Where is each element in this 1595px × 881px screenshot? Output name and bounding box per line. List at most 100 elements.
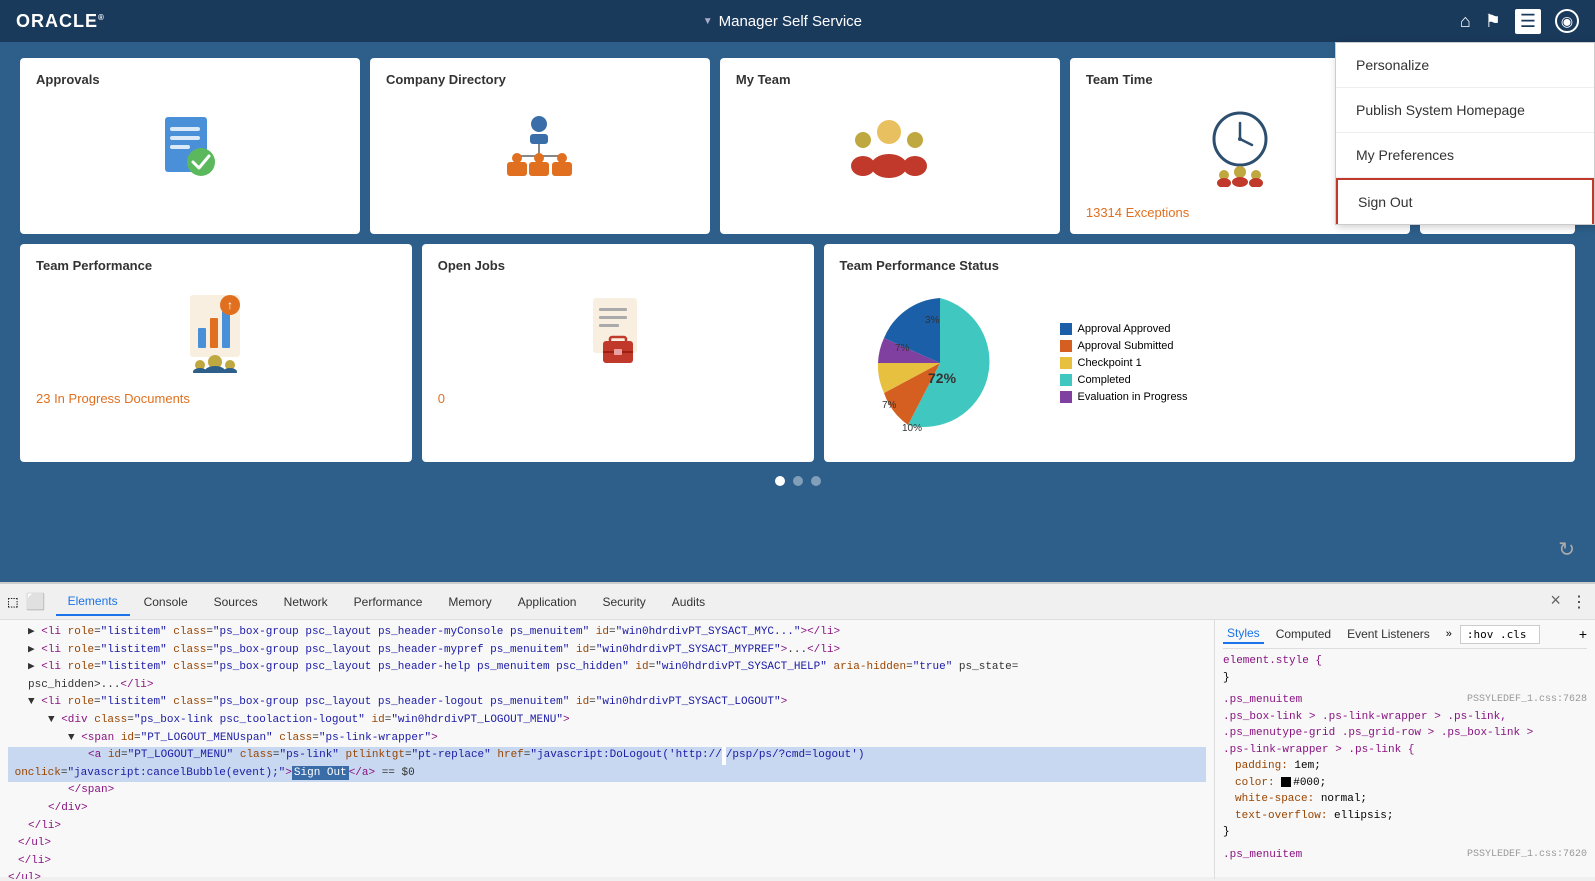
code-line-8: <a id="PT_LOGOUT_MENU" class="ps-link" p… [8,747,1206,782]
team-time-icon [1200,107,1280,187]
devtools-tab-console[interactable]: Console [132,589,200,615]
devtools-tab-security[interactable]: Security [590,589,657,615]
legend-label-approval-approved: Approval Approved [1078,323,1171,335]
devtools-body: ▶ <li role="listitem" class="ps_box-grou… [0,620,1595,879]
tile-open-jobs[interactable]: Open Jobs 0 [422,244,814,462]
code-line-3: ▶ <li role="listitem" class="ps_box-grou… [8,659,1206,677]
legend-approval-approved: Approval Approved [1060,323,1188,335]
my-team-icon [847,110,932,185]
devtools-tab-sources[interactable]: Sources [202,589,270,615]
styles-filter-input[interactable] [1460,625,1540,644]
dropdown-preferences[interactable]: My Preferences [1336,133,1594,178]
refresh-button[interactable]: ↻ [1558,537,1575,562]
styles-tab-styles[interactable]: Styles [1223,624,1264,644]
tile-approvals[interactable]: Approvals [20,58,360,234]
styles-header: Styles Computed Event Listeners » + [1223,624,1587,649]
devtools-tab-application[interactable]: Application [506,589,589,615]
legend-dot-checkpoint1 [1060,357,1072,369]
legend-dot-eval-in-progress [1060,391,1072,403]
legend-dot-completed [1060,374,1072,386]
approvals-icon [155,112,225,182]
devtools-toolbar-icons: × ⋮ [1550,592,1587,612]
devtools-tab-network[interactable]: Network [272,589,340,615]
code-line-6: ▼ <div class="ps_box-link psc_toolaction… [8,712,1206,730]
tile-team-performance-title: Team Performance [36,258,396,273]
pie-chart: 3% 7% 7% 10% 72% [840,283,1040,448]
devtools-tab-memory[interactable]: Memory [436,589,503,615]
styles-tab-computed[interactable]: Computed [1272,625,1335,643]
tile-approvals-title: Approvals [36,72,344,87]
legend-dot-approval-submitted [1060,340,1072,352]
app-header: ORACLE® Manager Self Service ⌂ ⚑ ☰ ◉ Per… [0,0,1595,42]
open-jobs-icon [583,296,653,371]
legend-label-completed: Completed [1078,374,1131,386]
devtools-device-icon[interactable]: ⬜ [26,592,46,612]
code-line-12: </ul> [8,835,1206,853]
legend-label-eval-in-progress: Evaluation in Progress [1078,391,1188,403]
tile-my-team-icon [736,97,1044,197]
tile-team-performance-icon: ↑ [36,283,396,383]
legend-completed: Completed [1060,374,1188,386]
code-line-10: </div> [8,800,1206,818]
devtools-code-panel: ▶ <li role="listitem" class="ps_box-grou… [0,620,1215,879]
styles-chevron-right[interactable]: » [1446,628,1452,640]
company-directory-icon [502,110,577,185]
tile-my-team[interactable]: My Team [720,58,1060,234]
menu-icon[interactable]: ☰ [1515,9,1541,34]
styles-add-rule-icon[interactable]: + [1579,626,1587,642]
pagination-dots [20,476,1575,486]
pagination-dot-2[interactable] [793,476,803,486]
header-icons: ⌂ ⚑ ☰ ◉ [1460,9,1579,34]
app-title: Manager Self Service [703,13,862,30]
dropdown-menu: Personalize Publish System Homepage My P… [1335,42,1595,225]
code-line-14: </ul> [8,870,1206,879]
team-performance-icon: ↑ [178,293,253,373]
tile-team-performance-status-title: Team Performance Status [840,258,1560,273]
oracle-logo: ORACLE® [16,11,105,32]
legend-dot-approval-approved [1060,323,1072,335]
tile-open-jobs-footer: 0 [438,391,798,406]
tile-company-directory[interactable]: Company Directory [370,58,710,234]
tiles-row-2: Team Performance ↑ [20,244,1575,462]
devtools-tab-elements[interactable]: Elements [56,588,130,616]
svg-text:7%: 7% [882,400,897,411]
tile-open-jobs-title: Open Jobs [438,258,798,273]
svg-text:↑: ↑ [227,298,233,312]
style-rule-ps-menuitem-2: .ps_menuitem PSSYLEDEF_1.css:7620 [1223,847,1587,864]
pie-legend: Approval Approved Approval Submitted Che… [1060,323,1188,408]
tile-team-performance-footer: 23 In Progress Documents [36,391,396,406]
pagination-dot-1[interactable] [775,476,785,486]
code-line-1: ▶ <li role="listitem" class="ps_box-grou… [8,624,1206,642]
pagination-dot-3[interactable] [811,476,821,486]
legend-approval-submitted: Approval Submitted [1060,340,1188,352]
code-line-4: psc_hidden>...</li> [8,677,1206,695]
tile-team-performance-status[interactable]: Team Performance Status [824,244,1576,462]
devtools-tab-audits[interactable]: Audits [660,589,717,615]
tile-team-performance[interactable]: Team Performance ↑ [20,244,412,462]
tile-approvals-icon [36,97,344,197]
home-icon[interactable]: ⌂ [1460,11,1471,32]
devtools-close-icon[interactable]: × [1550,592,1561,612]
devtools-styles-panel: Styles Computed Event Listeners » + elem… [1215,620,1595,879]
dropdown-personalize[interactable]: Personalize [1336,43,1594,88]
code-line-9: </span> [8,782,1206,800]
devtools-inspector-icon[interactable]: ⬚ [8,592,18,612]
devtools-header: ⬚ ⬜ Elements Console Sources Network Per… [0,584,1595,620]
devtools-more-icon[interactable]: ⋮ [1571,592,1587,612]
devtools-tab-performance[interactable]: Performance [342,589,435,615]
svg-text:7%: 7% [895,343,910,354]
user-icon[interactable]: ◉ [1555,9,1579,33]
code-line-5: ▼ <li role="listitem" class="ps_box-grou… [8,694,1206,712]
tile-company-directory-title: Company Directory [386,72,694,87]
style-rule-element: element.style { } [1223,653,1587,686]
dropdown-publish-homepage[interactable]: Publish System Homepage [1336,88,1594,133]
dropdown-sign-out[interactable]: Sign Out [1336,178,1594,224]
flag-icon[interactable]: ⚑ [1485,11,1501,32]
legend-label-approval-submitted: Approval Submitted [1078,340,1174,352]
code-line-2: ▶ <li role="listitem" class="ps_box-grou… [8,642,1206,660]
tile-open-jobs-icon [438,283,798,383]
styles-tab-event-listeners[interactable]: Event Listeners [1343,625,1434,643]
svg-text:3%: 3% [925,315,940,326]
legend-eval-in-progress: Evaluation in Progress [1060,391,1188,403]
pie-chart-area: 3% 7% 7% 10% 72% Approval Approved [840,283,1560,448]
